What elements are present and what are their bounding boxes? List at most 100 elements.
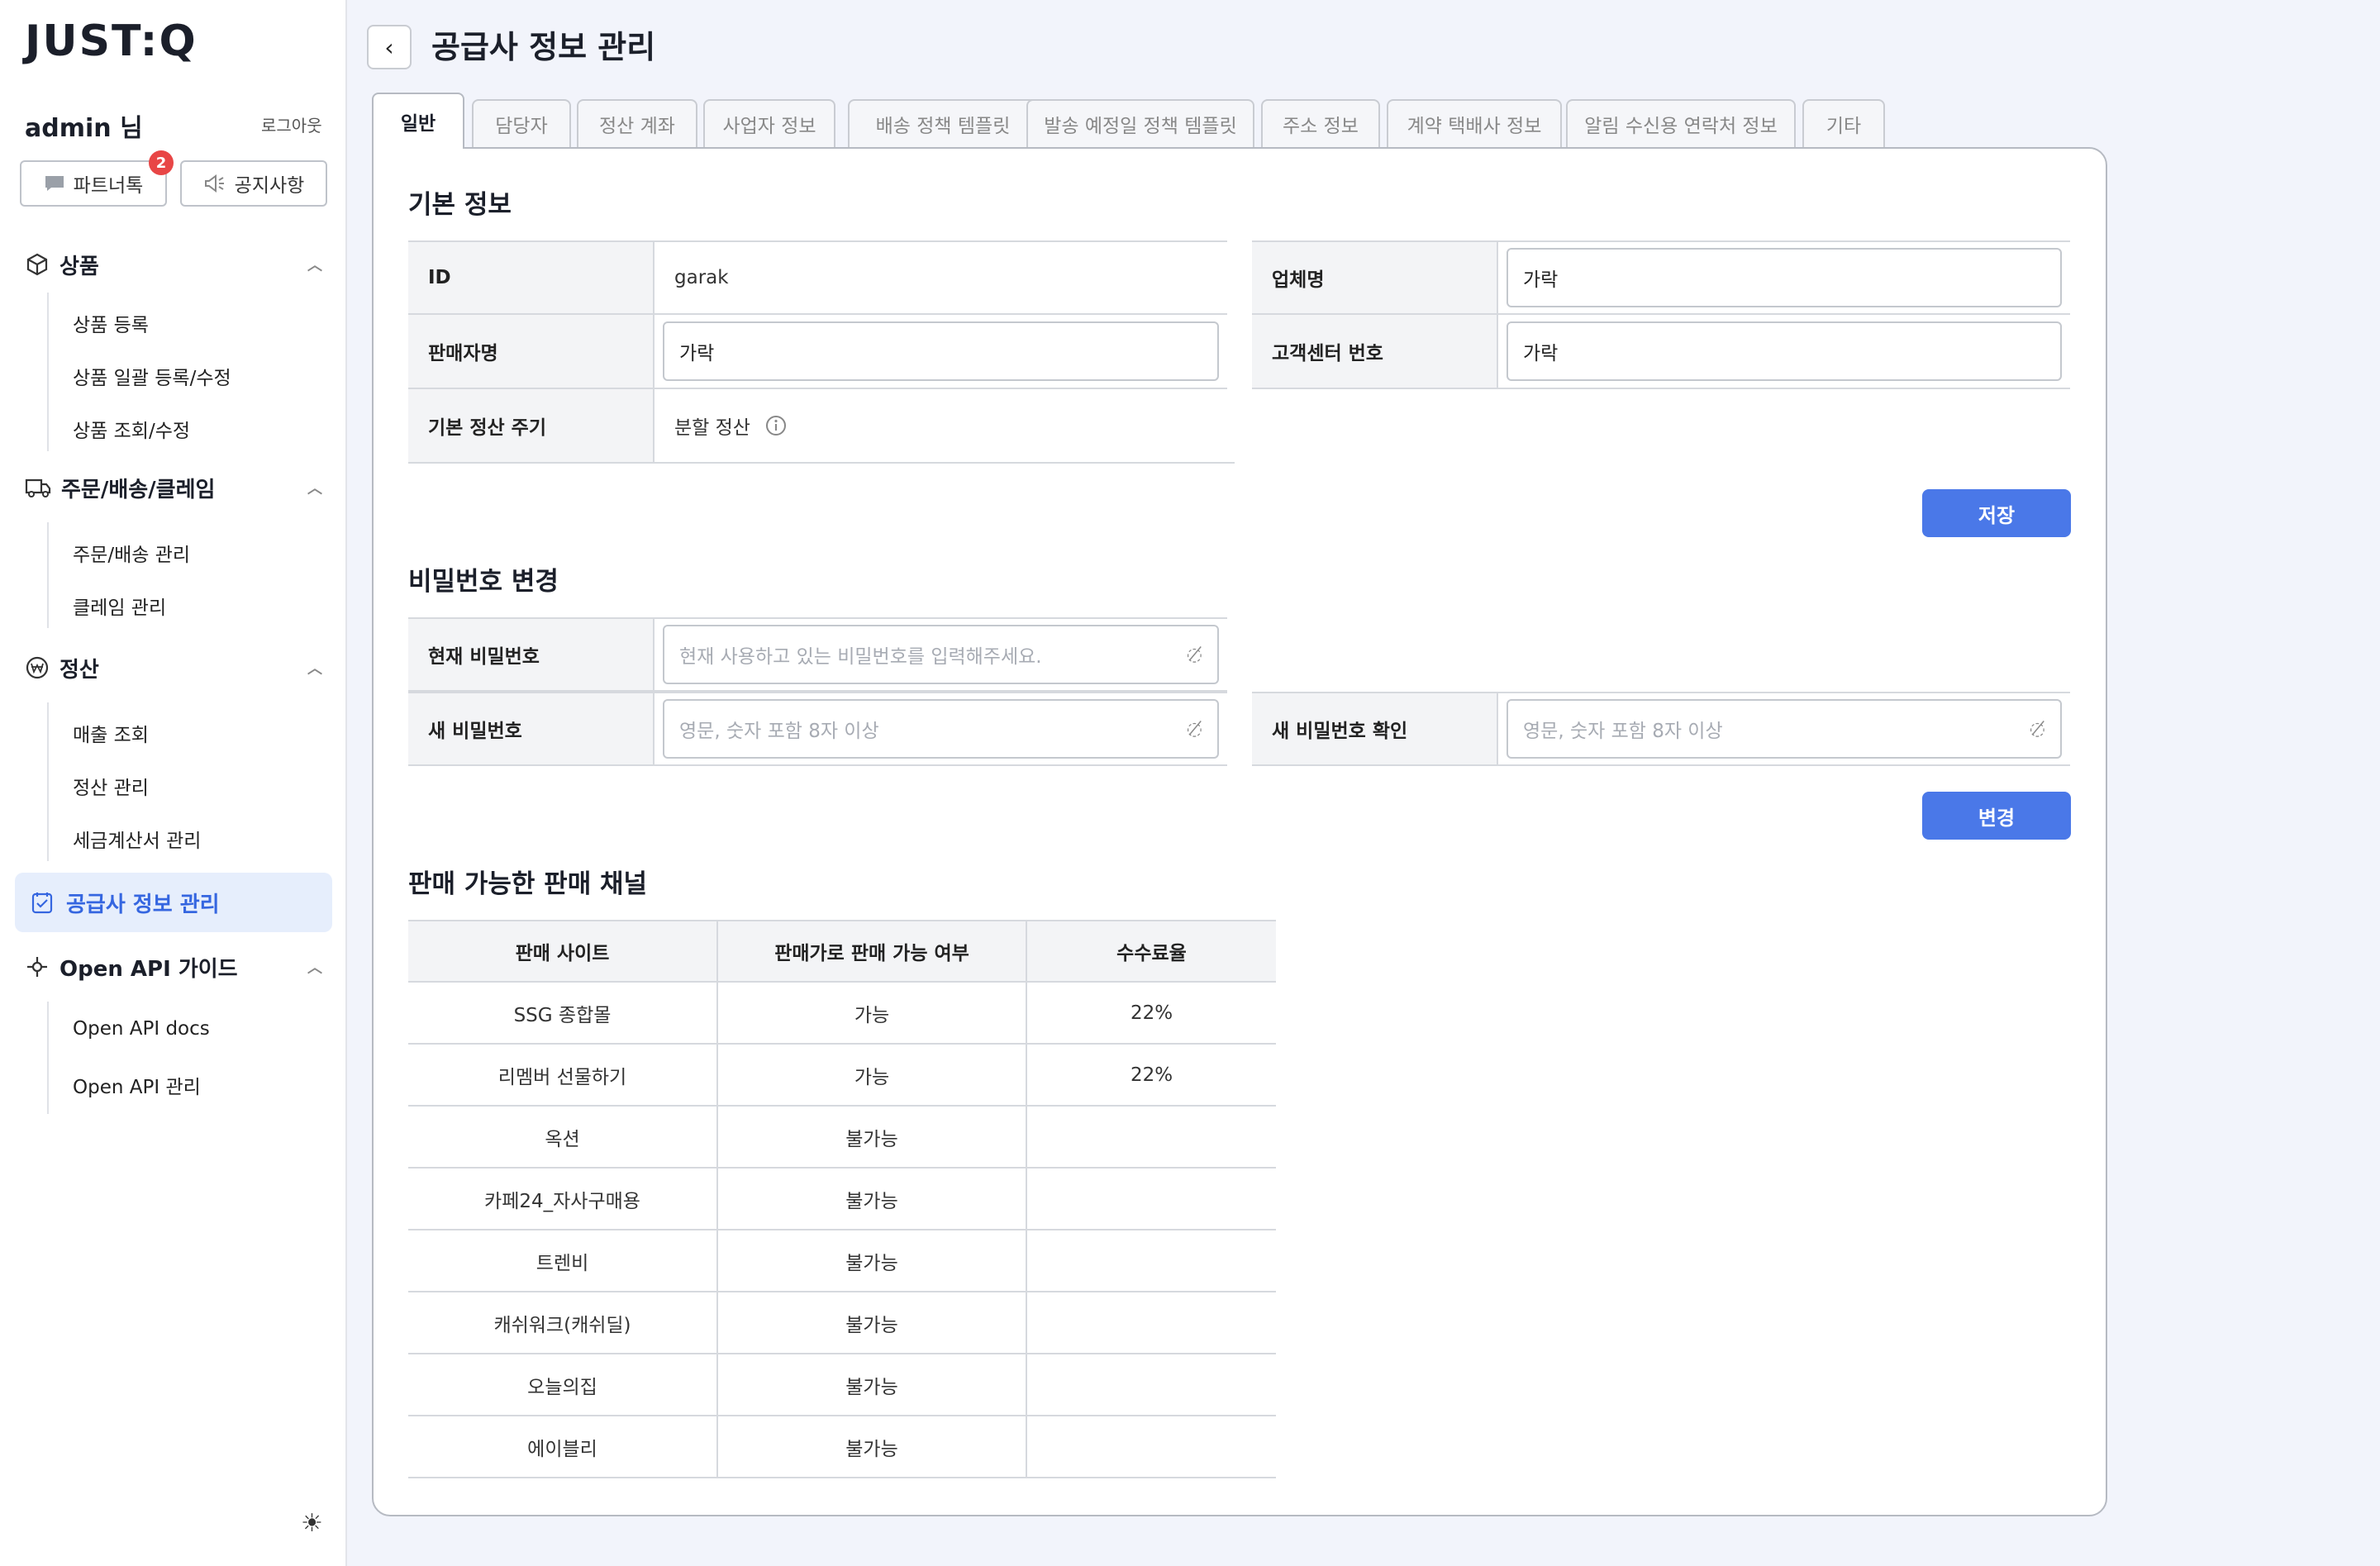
table-row: 트렌비 불가능	[408, 1230, 1276, 1292]
site-cell: SSG 종합몰	[408, 982, 717, 1045]
nav-item-claim-manage[interactable]: 클레임 관리	[73, 592, 166, 620]
company-label: 업체명	[1252, 242, 1498, 313]
nav-item-sales[interactable]: 매출 조회	[73, 719, 149, 747]
cycle-row: 기본 정산 주기 분할 정산	[408, 389, 1235, 464]
column-header-availability: 판매가로 판매 가능 여부	[716, 920, 1026, 983]
site-cell: 카페24_자사구매용	[408, 1168, 717, 1230]
tab-settlement-account[interactable]: 정산 계좌	[577, 99, 697, 147]
tab-courier-info[interactable]: 계약 택배사 정보	[1387, 99, 1562, 147]
table-row: 캐쉬워크(캐쉬딜) 불가능	[408, 1292, 1276, 1354]
id-row: ID garak	[408, 240, 1227, 315]
chevron-up-icon[interactable]: ︿	[307, 477, 322, 498]
sidebar: JUST:Q admin 님 로그아웃 파트너톡 2 공지사항 상품 ︿ 상품 …	[0, 0, 347, 1566]
id-label: ID	[408, 242, 654, 313]
nav-item-tax-invoice[interactable]: 세금계산서 관리	[73, 825, 201, 853]
table-row: 리멤버 선물하기 가능 22%	[408, 1044, 1276, 1107]
current-password-label: 현재 비밀번호	[408, 619, 654, 690]
chevron-up-icon[interactable]: ︿	[307, 657, 322, 678]
cs-row: 고객센터 번호 가락	[1252, 315, 2070, 389]
current-password-row: 현재 비밀번호 현재 사용하고 있는 비밀번호를 입력해주세요. ◌̸	[408, 617, 1227, 692]
availability-cell: 불가능	[716, 1230, 1026, 1292]
logout-link[interactable]: 로그아웃	[261, 112, 322, 136]
availability-cell: 가능	[716, 1044, 1026, 1107]
channels-table: 판매 사이트 판매가로 판매 가능 여부 수수료율 SSG 종합몰 가능 22% 리…	[408, 920, 1276, 1478]
tab-dispatch-template[interactable]: 발송 예정일 정책 템플릿	[1026, 99, 1254, 147]
seller-name-input[interactable]: 가락	[663, 321, 1219, 381]
availability-cell: 불가능	[716, 1106, 1026, 1169]
nav-item-openapi-manage[interactable]: Open API 관리	[73, 1071, 201, 1099]
box-icon	[26, 253, 48, 276]
new-password-input[interactable]: 영문, 숫자 포함 8자 이상 ◌̸	[663, 699, 1219, 759]
password-title: 비밀번호 변경	[408, 567, 559, 597]
notice-label: 공지사항	[234, 175, 305, 197]
cycle-label: 기본 정산 주기	[408, 389, 654, 462]
seller-row: 판매자명 가락	[408, 315, 1227, 389]
new-password-placeholder: 영문, 숫자 포함 8자 이상	[679, 721, 879, 742]
chevron-up-icon[interactable]: ︿	[307, 956, 322, 978]
current-password-input[interactable]: 현재 사용하고 있는 비밀번호를 입력해주세요. ◌̸	[663, 625, 1219, 684]
user-name: admin 님	[25, 114, 143, 143]
nav-group-order[interactable]: 주문/배송/클레임 ︿	[25, 471, 322, 504]
change-password-button[interactable]: 변경	[1922, 792, 2071, 840]
cs-number-input[interactable]: 가락	[1507, 321, 2062, 381]
tab-etc[interactable]: 기타	[1802, 99, 1885, 147]
table-row: 옥션 불가능	[408, 1106, 1276, 1169]
nav-item-product-search[interactable]: 상품 조회/수정	[73, 415, 190, 443]
cs-number-value: 가락	[1523, 343, 1559, 364]
fee-cell	[1026, 1354, 1276, 1416]
nav-item-settlement-manage[interactable]: 정산 관리	[73, 772, 149, 800]
fee-cell: 22%	[1026, 982, 1276, 1045]
api-icon	[27, 957, 47, 977]
tab-manager[interactable]: 담당자	[472, 99, 571, 147]
table-row: SSG 종합몰 가능 22%	[408, 982, 1276, 1045]
tab-address-info[interactable]: 주소 정보	[1261, 99, 1380, 147]
notice-button[interactable]: 공지사항	[180, 160, 327, 207]
eye-off-icon[interactable]: ◌̸	[2030, 719, 2045, 740]
logo[interactable]: JUST:Q	[25, 17, 198, 66]
tab-general[interactable]: 일반	[372, 93, 464, 149]
fee-cell	[1026, 1168, 1276, 1230]
company-name-input[interactable]: 가락	[1507, 248, 2062, 307]
basic-info-title: 기본 정보	[408, 190, 512, 220]
table-row: 카페24_자사구매용 불가능	[408, 1168, 1276, 1230]
partner-talk-badge: 2	[149, 150, 174, 175]
save-button[interactable]: 저장	[1922, 489, 2071, 537]
nav-group-settlement[interactable]: 정산 ︿	[25, 651, 322, 684]
nav-item-product-register[interactable]: 상품 등록	[73, 309, 149, 337]
confirm-password-input[interactable]: 영문, 숫자 포함 8자 이상 ◌̸	[1507, 699, 2062, 759]
site-cell: 리멤버 선물하기	[408, 1044, 717, 1107]
tab-business-info[interactable]: 사업자 정보	[703, 99, 835, 147]
nav-group-openapi[interactable]: Open API 가이드 ︿	[25, 950, 322, 983]
back-button[interactable]: ‹	[367, 25, 412, 69]
availability-cell: 불가능	[716, 1292, 1026, 1354]
nav-group-label: 정산	[60, 657, 99, 683]
nav-item-order-manage[interactable]: 주문/배송 관리	[73, 539, 190, 567]
tab-notification-contact[interactable]: 알림 수신용 연락처 정보	[1566, 99, 1796, 147]
chevron-up-icon[interactable]: ︿	[307, 254, 322, 275]
cs-label: 고객센터 번호	[1252, 315, 1498, 388]
eye-off-icon[interactable]: ◌̸	[1187, 645, 1202, 665]
site-cell: 에이블리	[408, 1416, 717, 1478]
nav-divider	[47, 1002, 49, 1114]
partner-talk-label: 파트너톡	[73, 175, 144, 197]
site-cell: 옥션	[408, 1106, 717, 1169]
confirm-password-row: 새 비밀번호 확인 영문, 숫자 포함 8자 이상 ◌̸	[1252, 692, 2070, 766]
nav-group-label: Open API 가이드	[60, 956, 238, 982]
fee-cell	[1026, 1106, 1276, 1169]
tab-shipping-template[interactable]: 배송 정책 템플릿	[848, 99, 1038, 147]
nav-item-product-bulk[interactable]: 상품 일괄 등록/수정	[73, 362, 231, 390]
eye-off-icon[interactable]: ◌̸	[1187, 719, 1202, 740]
nav-item-supplier-info[interactable]: 공급사 정보 관리	[15, 873, 332, 932]
won-icon	[26, 656, 49, 679]
nav-item-openapi-docs[interactable]: Open API docs	[73, 1018, 210, 1040]
current-password-placeholder: 현재 사용하고 있는 비밀번호를 입력해주세요.	[679, 646, 1042, 668]
megaphone-icon	[204, 174, 224, 193]
table-header-row: 판매 사이트 판매가로 판매 가능 여부 수수료율	[408, 920, 1276, 983]
partner-talk-button[interactable]: 파트너톡 2	[20, 150, 174, 207]
nav-group-product[interactable]: 상품 ︿	[25, 248, 322, 281]
fee-cell: 22%	[1026, 1044, 1276, 1107]
theme-toggle-sun-icon[interactable]: ☀	[301, 1509, 323, 1538]
info-icon[interactable]	[765, 415, 787, 436]
availability-cell: 불가능	[716, 1354, 1026, 1416]
truck-icon	[25, 478, 51, 497]
